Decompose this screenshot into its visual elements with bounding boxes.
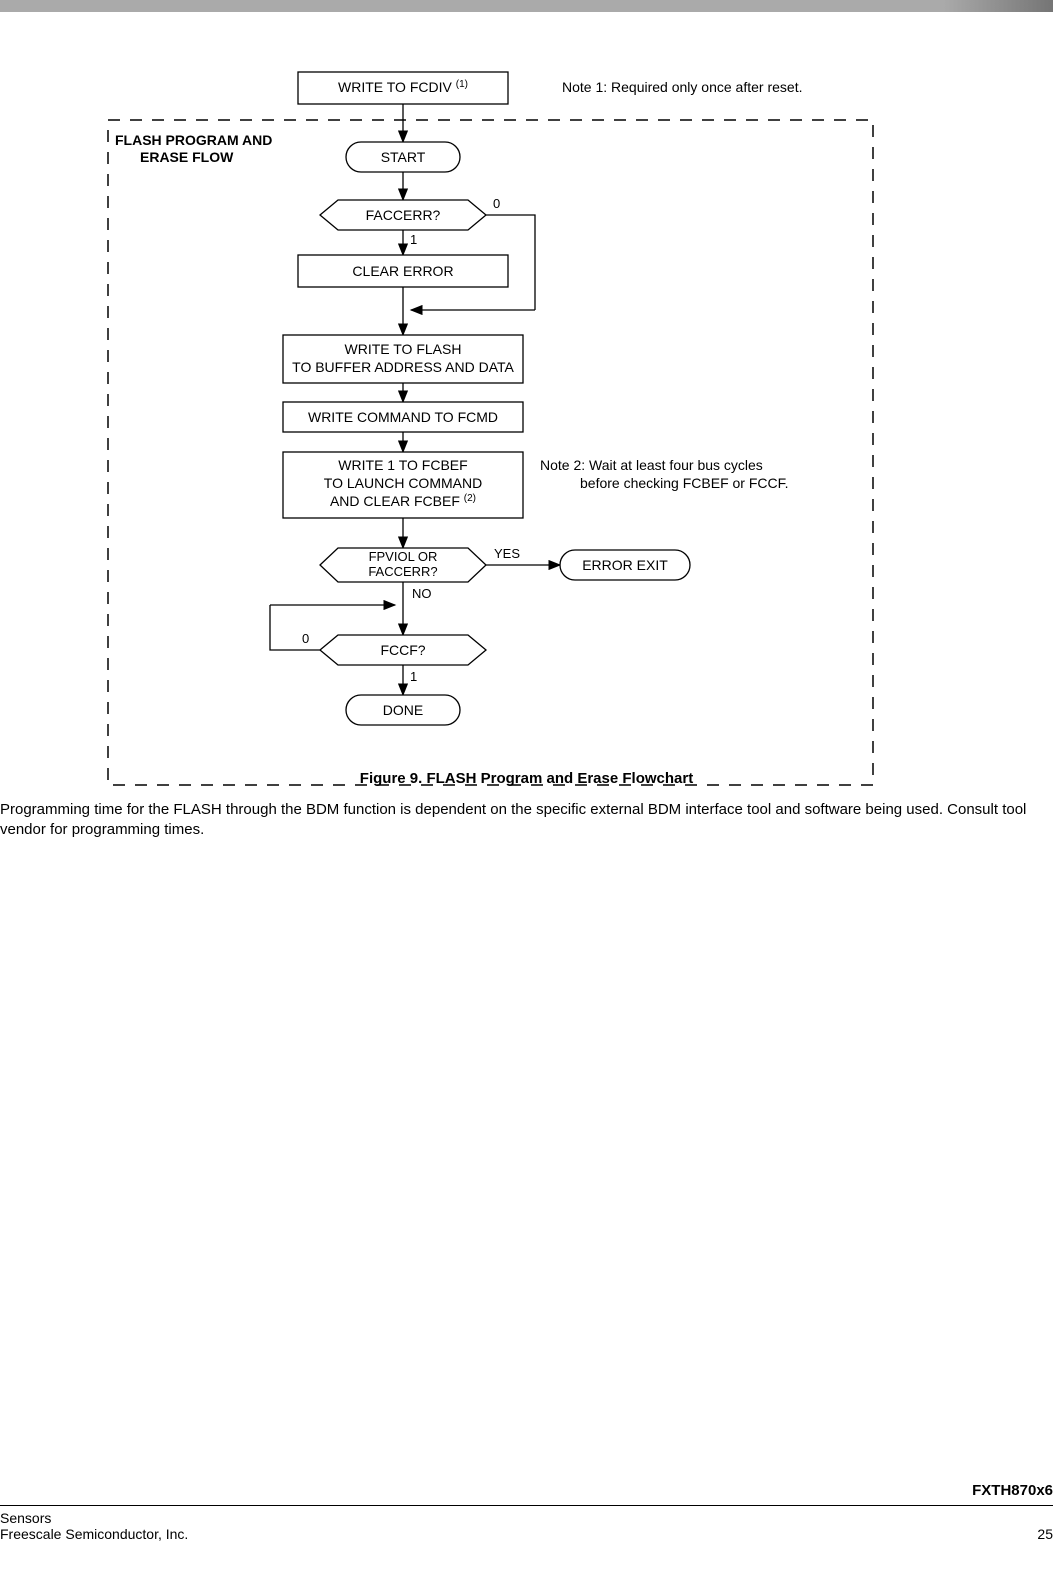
- header-bar: [0, 0, 1053, 12]
- error-exit-label: ERROR EXIT: [582, 557, 668, 573]
- faccerr-one: 1: [410, 232, 417, 247]
- note-2b: before checking FCBEF or FCCF.: [580, 475, 789, 491]
- note-2a: Note 2: Wait at least four bus cycles: [540, 457, 763, 473]
- svg-text:WRITE TO FCDIV (1): WRITE TO FCDIV (1): [338, 79, 468, 95]
- flowchart-figure: FLASH PROGRAM AND ERASE FLOW WRITE TO FC…: [0, 60, 1053, 800]
- fpviol-yes: YES: [494, 546, 520, 561]
- write-cmd-label: WRITE COMMAND TO FCMD: [308, 409, 498, 425]
- note-1: Note 1: Required only once after reset.: [562, 79, 802, 95]
- section-label-1: FLASH PROGRAM AND: [115, 132, 272, 148]
- write-flash-2: TO BUFFER ADDRESS AND DATA: [292, 359, 514, 375]
- fccf-one: 1: [410, 669, 417, 684]
- clear-error-label: CLEAR ERROR: [352, 263, 453, 279]
- fpviol-1: FPVIOL OR: [369, 549, 438, 564]
- faccerr-label: FACCERR?: [366, 207, 441, 223]
- svg-text:AND CLEAR FCBEF (2): AND CLEAR FCBEF (2): [330, 493, 476, 509]
- faccerr-zero: 0: [493, 196, 500, 211]
- launch-1: WRITE 1 TO FCBEF: [338, 457, 467, 473]
- footer-left-bottom: Freescale Semiconductor, Inc.: [0, 1526, 188, 1542]
- figure-caption: Figure 9. FLASH Program and Erase Flowch…: [0, 770, 1053, 787]
- footer-product: FXTH870x6: [0, 1482, 1053, 1506]
- done-label: DONE: [383, 702, 423, 718]
- fpviol-2: FACCERR?: [368, 564, 437, 579]
- footer-left-top: Sensors: [0, 1510, 188, 1526]
- write-flash-1: WRITE TO FLASH: [345, 341, 462, 357]
- write-fcdiv-sup: (1): [456, 79, 468, 90]
- launch-3a: AND CLEAR FCBEF: [330, 493, 460, 509]
- body-paragraph: Programming time for the FLASH through t…: [0, 800, 1053, 841]
- launch-2: TO LAUNCH COMMAND: [324, 475, 482, 491]
- start-label: START: [381, 149, 426, 165]
- fpviol-no: NO: [412, 586, 432, 601]
- fccf-label: FCCF?: [380, 642, 425, 658]
- fccf-zero: 0: [302, 631, 309, 646]
- page-number: 25: [1037, 1526, 1053, 1542]
- launch-3sup: (2): [464, 493, 476, 504]
- page-footer: FXTH870x6 Sensors Freescale Semiconducto…: [0, 1482, 1053, 1542]
- section-label-2: ERASE FLOW: [140, 149, 234, 165]
- write-fcdiv-text: WRITE TO FCDIV: [338, 79, 452, 95]
